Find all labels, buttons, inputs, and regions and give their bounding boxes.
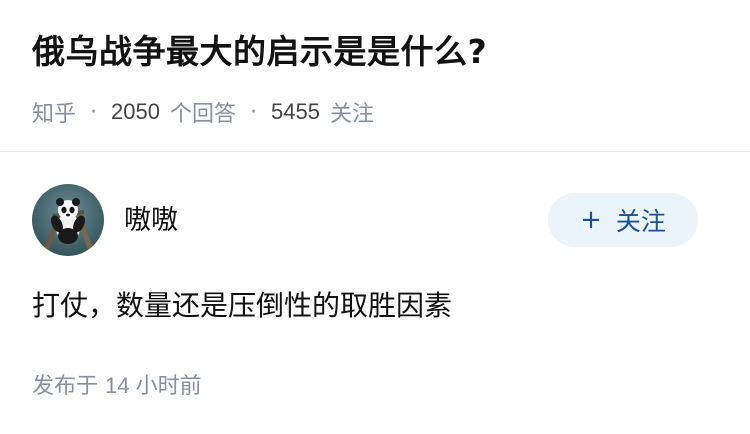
avatar[interactable] <box>32 184 104 256</box>
answer-count-label: 个回答 <box>169 102 236 127</box>
follower-count-label: 关注 <box>329 102 374 127</box>
published-prefix: 发布于 <box>32 374 99 399</box>
answer-author-row: 嗷嗷 + 关注 <box>32 183 698 257</box>
answer-count: 2050 <box>111 99 160 124</box>
follow-button-label: 关注 <box>615 207 666 236</box>
author-name[interactable]: 嗷嗷 <box>124 198 178 237</box>
follower-count: 5455 <box>270 99 320 124</box>
source-label[interactable]: 知乎 <box>32 96 76 128</box>
panda-avatar-icon <box>32 184 104 256</box>
follow-button[interactable]: + 关注 <box>548 193 698 247</box>
plus-icon: + <box>580 205 602 235</box>
question-title[interactable]: 俄乌战争最大的启示是是什么? <box>32 30 718 74</box>
question-header: 俄乌战争最大的启示是是什么? 知乎 · 2050 个回答 · 5455 关注 <box>32 30 718 128</box>
answer-timestamp: 发布于 14 小时前 <box>32 368 202 400</box>
published-value: 14 小时前 <box>105 373 202 398</box>
meta-separator-2: · <box>249 99 257 125</box>
header-divider <box>0 151 750 152</box>
meta-separator: · <box>90 99 98 125</box>
answer-content[interactable]: 打仗，数量还是压倒性的取胜因素 <box>32 284 718 328</box>
question-meta: 知乎 · 2050 个回答 · 5455 关注 <box>32 96 718 128</box>
